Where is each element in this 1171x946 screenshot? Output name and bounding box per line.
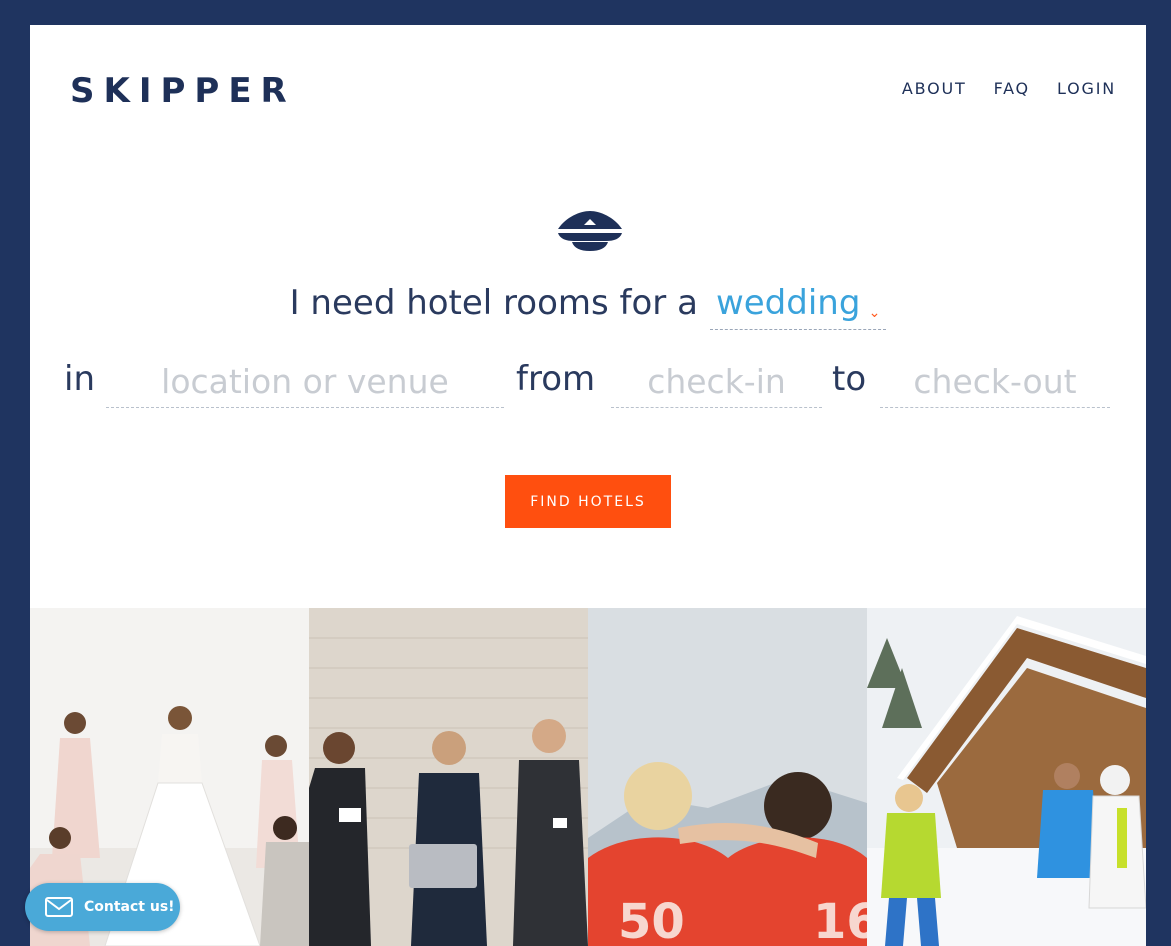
sports-team-photo[interactable]: 50 16 xyxy=(588,608,867,946)
search-row: in from to xyxy=(30,355,1146,415)
contact-us-button[interactable]: Contact us! xyxy=(25,883,180,931)
location-input[interactable] xyxy=(106,355,504,408)
ski-lodge-photo[interactable] xyxy=(867,608,1146,946)
event-type-select[interactable]: wedding ⌄ xyxy=(709,283,887,330)
checkin-input[interactable] xyxy=(611,355,822,408)
event-type-value: wedding xyxy=(715,283,861,323)
chevron-down-icon: ⌄ xyxy=(868,305,881,321)
search-lead-text: I need hotel rooms for a xyxy=(289,283,698,323)
sports-team-image: 50 16 xyxy=(588,608,867,946)
checkout-input[interactable] xyxy=(880,355,1110,408)
top-nav: ABOUT FAQ LOGIN xyxy=(902,79,1116,98)
ski-lodge-image xyxy=(867,608,1146,946)
in-label: in xyxy=(64,359,95,399)
from-label: from xyxy=(516,359,596,399)
brand-logo[interactable]: SKIPPER xyxy=(70,71,296,111)
to-label: to xyxy=(832,359,867,399)
contact-us-label: Contact us! xyxy=(84,899,175,915)
business-meeting-photo[interactable] xyxy=(309,608,588,946)
svg-text:16: 16 xyxy=(813,894,867,946)
captain-hat-icon xyxy=(558,211,622,251)
nav-about-link[interactable]: ABOUT xyxy=(902,79,967,98)
nav-faq-link[interactable]: FAQ xyxy=(994,79,1030,98)
find-hotels-button[interactable]: FIND HOTELS xyxy=(505,475,671,528)
photo-strip: 50 16 xyxy=(30,608,1146,946)
nav-login-link[interactable]: LOGIN xyxy=(1057,79,1116,98)
search-sentence: I need hotel rooms for a wedding ⌄ xyxy=(30,283,1146,330)
svg-text:50: 50 xyxy=(618,894,685,946)
business-meeting-image xyxy=(309,608,588,946)
main-card: SKIPPER ABOUT FAQ LOGIN I need hotel roo… xyxy=(30,25,1146,608)
envelope-icon xyxy=(45,897,73,917)
